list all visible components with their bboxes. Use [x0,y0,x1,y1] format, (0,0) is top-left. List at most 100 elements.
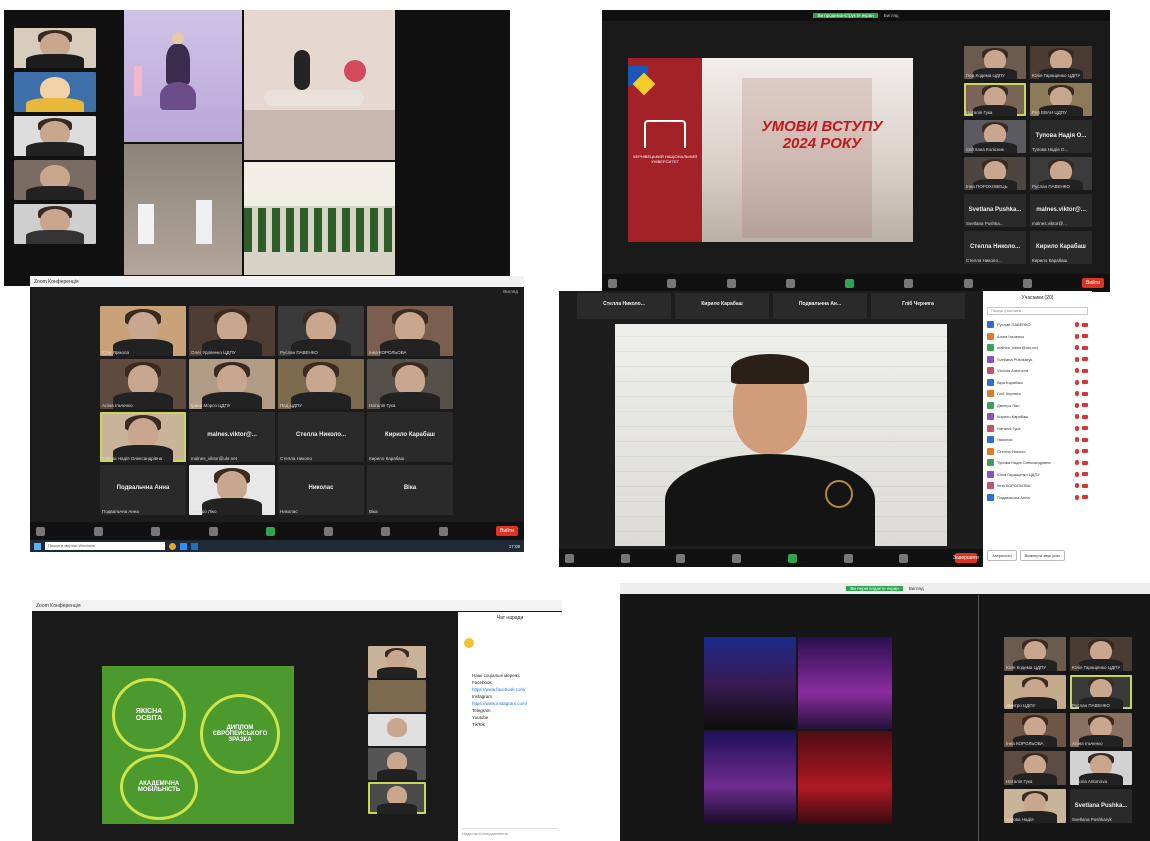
mic-icon[interactable] [565,553,574,563]
participant-row[interactable]: Аліна Ільченко [987,331,1088,343]
mic-muted-icon[interactable] [1075,437,1079,443]
participant-tile[interactable]: Подвальчна Анна Подвальчна Анна [100,465,186,515]
participant-tile[interactable]: Наталія Гука [1004,751,1066,785]
participant-tile[interactable]: Юля Кодема ЦДПУ [1004,637,1066,671]
participant-tile[interactable] [14,72,96,112]
participant-tile[interactable]: Николас Николас [278,465,364,515]
participant-row[interactable]: Інна КОРОЛЬОВА [987,480,1088,492]
top-thumbnail[interactable]: Стелла Николо... [577,293,671,319]
taskbar-search[interactable]: Пошук в мережі Windows [45,542,165,550]
camera-off-icon[interactable] [1082,426,1088,431]
participant-row[interactable]: Віра Карабаш [987,377,1088,389]
participant-tile[interactable]: Наталія Гука [964,83,1026,116]
participant-tile[interactable]: Svetlana Pushka... Svetlana Pushka... [964,194,1026,227]
participant-tile[interactable]: malnes.viktor@... malnes.viktor@... [1030,194,1092,227]
participant-tile[interactable]: Кирило Карабаш Кирило Карабаш [1030,231,1092,264]
mic-muted-icon[interactable] [1075,391,1079,397]
participant-tile[interactable]: Дмитро ЦДПУ [1004,675,1066,709]
camera-off-icon[interactable] [1082,357,1088,362]
view-button[interactable]: Вигляд [503,289,518,294]
leave-button[interactable]: Вийти [496,526,518,536]
participant-tile[interactable]: Інна ПОРОХОВЕЦЬ [964,157,1026,190]
camera-off-icon[interactable] [1082,391,1088,396]
security-icon[interactable] [676,553,686,563]
camera-icon[interactable] [667,278,677,288]
participant-tile[interactable] [368,646,426,678]
participant-tile[interactable] [14,160,96,200]
taskbar-app-icon[interactable] [180,542,187,550]
participant-row[interactable]: Кирило Карабаш [987,411,1088,423]
camera-off-icon[interactable] [1082,460,1088,465]
participant-tile[interactable]: Дмитро Ліко [189,465,275,515]
participant-tile[interactable]: Юлія Гаращенко ЦДПУ [1070,637,1132,671]
participant-tile[interactable]: Рул ЕВАН ЦДПУ [1030,83,1092,116]
camera-off-icon[interactable] [1082,403,1088,408]
participant-row[interactable]: Наталія Гука [987,423,1088,435]
participant-tile[interactable]: Інна КОРОЛЬОВА [367,306,453,356]
top-thumbnail[interactable]: Кирило Карабаш [675,293,769,319]
camera-off-icon[interactable] [1082,437,1088,442]
participant-tile[interactable] [368,748,426,780]
participant-tile[interactable]: Руслан ПАВЕНКО [1070,675,1132,709]
participant-tile[interactable]: Інна КОРОЛЬОВА [1004,713,1066,747]
participant-row[interactable]: Подвальчна Анна [987,492,1088,504]
participant-tile[interactable]: Стелла Николо... Стелла Николо [278,412,364,462]
camera-off-icon[interactable] [1082,483,1088,488]
reactions-icon[interactable] [899,553,909,563]
participant-row[interactable]: Тупова Надія Олександрівна [987,457,1088,469]
camera-off-icon[interactable] [1082,368,1088,373]
participant-tile[interactable]: Наталія Гука [367,359,453,409]
apps-icon[interactable] [1022,278,1032,288]
mic-muted-icon[interactable] [1075,460,1079,466]
share-screen-icon[interactable] [845,278,854,288]
participant-tile[interactable]: Юлія Гаращенко ЦДПУ [1030,46,1092,79]
participant-tile[interactable] [14,28,96,68]
chat-input[interactable]: Надіслати повідомлення [462,828,558,837]
participant-row[interactable]: Стелла Николо [987,446,1088,458]
participant-tile[interactable]: Юля Ярмола [100,306,186,356]
record-icon[interactable] [904,278,914,288]
participant-tile[interactable]: Кирило Карабаш Кирило Карабаш [367,412,453,462]
mic-muted-icon[interactable] [1075,402,1079,408]
participant-tile[interactable]: Ірина Мороз ЦДПУ [189,359,275,409]
mic-muted-icon[interactable] [1075,494,1079,500]
camera-off-icon[interactable] [1082,334,1088,339]
view-menu[interactable]: Вигляд [909,586,924,591]
participant-tile[interactable]: malnes.viktor@... malnes_viktor@ukr.net [189,412,275,462]
mic-muted-icon[interactable] [1075,368,1079,374]
taskbar-app-icon[interactable] [191,542,198,550]
camera-off-icon[interactable] [1082,345,1088,350]
participant-tile[interactable]: Пед.Кодема ЦДПУ [964,46,1026,79]
mic-muted-icon[interactable] [1075,425,1079,431]
participant-row[interactable]: Svetlana Pushkaryk [987,354,1088,366]
mic-muted-icon[interactable] [1075,356,1079,362]
participant-tile[interactable]: Пед.ЦДПУ [278,359,364,409]
mic-muted-icon[interactable] [1075,471,1079,477]
participant-tile[interactable]: Svetlana Pushka... Svetlana Pushkaryk [1070,789,1132,823]
mic-muted-icon[interactable] [1075,483,1079,489]
participant-tile[interactable]: Аліна Ільченко [100,359,186,409]
camera-off-icon[interactable] [1082,322,1088,327]
mic-muted-icon[interactable] [1075,322,1079,328]
mic-muted-icon[interactable] [1075,379,1079,385]
participant-tile[interactable]: Тупова Надія Олександрівна [100,412,186,462]
participant-row[interactable]: Николас [987,434,1088,446]
participant-tile[interactable]: Стелла Николо... Стелла Николо... [964,231,1026,264]
top-thumbnail[interactable]: Подвальчна Ан... [773,293,867,319]
reactions-icon[interactable] [963,278,973,288]
participant-tile[interactable] [368,714,426,746]
participant-search[interactable]: Пошук учасника [987,307,1088,315]
participant-tile[interactable]: Аліна Ільченко [1070,713,1132,747]
top-thumbnail[interactable]: Гліб Черняга [871,293,965,319]
mic-muted-icon[interactable] [1075,414,1079,420]
camera-icon[interactable] [93,526,103,536]
participant-row[interactable]: Victoria Antonova [987,365,1088,377]
participant-row[interactable]: Гліб Черняга [987,388,1088,400]
record-icon[interactable] [843,553,853,563]
camera-off-icon[interactable] [1082,380,1088,385]
reactions-icon[interactable] [381,526,390,536]
participant-row[interactable]: Дмитро Ліко [987,400,1088,412]
camera-off-icon[interactable] [1082,414,1088,419]
camera-icon[interactable] [620,553,630,563]
participant-tile[interactable]: Світлана Колісник [964,120,1026,153]
